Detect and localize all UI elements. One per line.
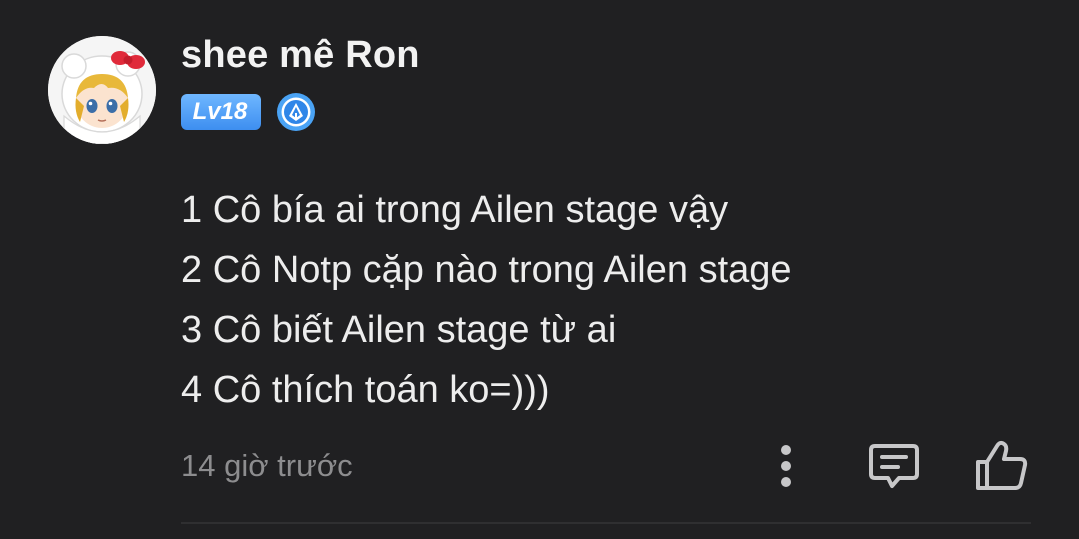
reply-button[interactable]	[866, 438, 922, 494]
comment-line: 4 Cô thích toán ko=)))	[181, 369, 550, 411]
avatar[interactable]	[48, 36, 156, 144]
comment-reply-icon	[869, 444, 919, 488]
comment-line: 2 Cô Notp cặp nào trong Ailen stage	[181, 249, 792, 291]
comment-line: 3 Cô biết Ailen stage từ ai	[181, 309, 617, 351]
thumbs-up-icon	[976, 440, 1028, 490]
more-vertical-icon	[781, 445, 791, 487]
comment-card: shee mê Ron Lv18 1 Cô bía ai trong Ailen…	[0, 0, 1079, 539]
avatar-image	[48, 36, 156, 144]
level-badge: Lv18	[181, 94, 261, 130]
timestamp: 14 giờ trước	[181, 448, 353, 483]
comment-line: 1 Cô bía ai trong Ailen stage vậy	[181, 189, 729, 231]
divider	[181, 522, 1031, 524]
more-options-button[interactable]	[768, 440, 804, 492]
comment-body: 1 Cô bía ai trong Ailen stage vậy 2 Cô N…	[181, 180, 792, 420]
medal-badge-icon	[275, 91, 317, 133]
like-button[interactable]	[972, 436, 1032, 496]
username[interactable]: shee mê Ron	[181, 34, 420, 77]
